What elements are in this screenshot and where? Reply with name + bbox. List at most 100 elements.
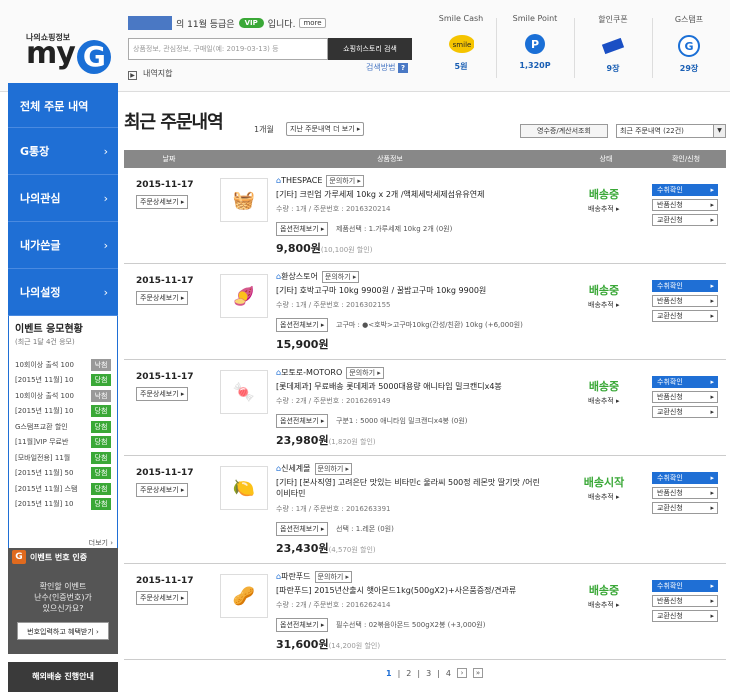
event-row[interactable]: [모바일전용] 11월 당첨 [15,450,111,466]
event-name: 10회이상 출석 100 [15,391,74,400]
overseas-shipping-banner[interactable]: 해외배송 진행안내 [8,662,118,692]
event-row[interactable]: [2015년 11월] 10 당첨 [15,373,111,389]
smile-cash-box[interactable]: Smile Cash smile 5원 [426,14,496,72]
event-row[interactable]: [2015년 11월] 50 당첨 [15,466,111,482]
track-delivery-link[interactable]: 배송추적 ▸ [588,204,620,214]
event-name: [2015년 11월] 스탬 [15,484,78,493]
shop-name[interactable]: ⌂THESPACE 문의하기 ▸ [276,175,364,187]
sidebar-item-g-account[interactable]: G통장 › [8,128,118,175]
next-page-icon[interactable]: › [456,668,467,678]
order-price: 23,980원(1,820원 할인) [276,434,376,447]
product-image[interactable]: 🍋 [220,466,268,510]
event-row[interactable]: [2015년 11월] 스탬 당첨 [15,481,111,497]
order-detail-button[interactable]: 주문상세보기 ▸ [136,483,189,497]
event-result-badge: 당첨 [91,436,111,449]
smile-cash-value: 5원 [454,62,468,71]
verify-title: G 이벤트 번호 인증 [12,550,114,564]
order-row: 2015-11-17 주문상세보기 ▸ 🥜 ⌂파란푸드 문의하기 ▸ [파란푸드] 201… [124,564,726,660]
inquiry-button[interactable]: 문의하기 ▸ [326,175,364,187]
sidebar-item-interests[interactable]: 나의관심 › [8,175,118,222]
product-name[interactable]: [기타] 호박고구마 10kg 9900원 / 꿀밤고구마 10kg 9900원 [276,285,546,296]
option-all-button[interactable]: 옵션전체보기 ▸ [276,222,329,236]
inquiry-button[interactable]: 문의하기 ▸ [346,367,384,379]
coupon-box[interactable]: 할인쿠폰 9장 [578,14,648,74]
receipt-button[interactable]: 영수증/계산서조회 [520,124,608,138]
last-page-icon[interactable]: » [472,668,483,678]
exchange-request-button[interactable]: 교환신청 [652,406,718,418]
history-search-input[interactable]: 상품정보, 관심정보, 구매일(예: 2019-03-13) 등 [128,38,328,60]
option-all-button[interactable]: 옵션전체보기 ▸ [276,414,329,428]
history-link[interactable]: ▶ 내역지합 [128,68,172,80]
exchange-request-button[interactable]: 교환신청 [652,502,718,514]
return-request-button[interactable]: 반품신청 [652,391,718,403]
return-request-button[interactable]: 반품신청 [652,487,718,499]
event-row[interactable]: [2015년 11월] 10 당첨 [15,404,111,420]
search-help-link[interactable]: 검색방법 ? [366,62,408,73]
return-request-button[interactable]: 반품신청 [652,199,718,211]
confirm-receipt-button[interactable]: 수취확인 [652,472,718,484]
shop-name[interactable]: ⌂모토로-MOTORO 문의하기 ▸ [276,367,384,379]
track-delivery-link[interactable]: 배송추적 ▸ [588,396,620,406]
confirm-receipt-button[interactable]: 수취확인 [652,184,718,196]
event-row[interactable]: G스탬프교환 할인 당첨 [15,419,111,435]
event-row[interactable]: [2015년 11월] 10 당첨 [15,497,111,513]
exchange-request-button[interactable]: 교환신청 [652,310,718,322]
order-filter-select[interactable]: 최근 주문내역 (22건) ▼ [616,124,726,138]
confirm-receipt-button[interactable]: 수취확인 [652,376,718,388]
product-name[interactable]: [기타] [본사직영] 고려은단 맛있는 비타민c 울라씨 500정 레몬맛 딸… [276,477,546,499]
sidebar-item-my-posts[interactable]: 내가쓴글 › [8,222,118,269]
exchange-request-button[interactable]: 교환신청 [652,214,718,226]
option-all-button[interactable]: 옵션전체보기 ▸ [276,522,329,536]
inquiry-button[interactable]: 문의하기 ▸ [314,463,353,475]
product-image[interactable]: 🧺 [220,178,268,222]
track-delivery-link[interactable]: 배송추적 ▸ [588,300,620,310]
myg-logo[interactable]: my G [26,36,111,74]
product-image[interactable]: 🍠 [220,274,268,318]
grade-more-button[interactable]: more [299,18,326,28]
page-2[interactable]: 2 [406,669,411,678]
stamp-box[interactable]: G스탬프 G 29장 [654,14,724,74]
shop-name[interactable]: ⌂신세계몰 문의하기 ▸ [276,463,353,475]
history-search-button[interactable]: 쇼핑히스토리 검색 [328,38,412,60]
order-price: 31,600원(14,200원 할인) [276,638,381,651]
option-all-button[interactable]: 옵션전체보기 ▸ [276,618,329,632]
sidebar-item-settings[interactable]: 나의설정 › [8,269,118,316]
product-name[interactable]: [롯데제과] 무료배송 롯데제과 5000대용량 애니타임 밀크캔디x4봉 [276,381,546,392]
event-result-badge: 당첨 [91,451,111,464]
sidebar-item-all-orders[interactable]: 전체 주문 내역 [8,83,118,128]
verify-button[interactable]: 번호입력하고 혜택받기 › [17,622,109,640]
smile-point-box[interactable]: Smile Point P 1,320P [500,14,570,70]
inquiry-button[interactable]: 문의하기 ▸ [321,271,360,283]
shop-name[interactable]: ⌂파란푸드 문의하기 ▸ [276,571,353,583]
event-result-badge: 낙첨 [91,358,111,371]
shop-name[interactable]: ⌂환상스토어 문의하기 ▸ [276,271,360,283]
option-all-button[interactable]: 옵션전체보기 ▸ [276,318,329,332]
order-detail-button[interactable]: 주문상세보기 ▸ [136,387,189,401]
event-row[interactable]: 10회이상 출석 100 낙첨 [15,388,111,404]
product-name[interactable]: [기타] 크린업 가루세제 10kg x 2개 /액체세탁세제섬유유연제 [276,189,546,200]
past-orders-button[interactable]: 지난 주문내역 더 보기 ▸ [286,122,365,136]
event-row[interactable]: [11월]VIP 무료반 당첨 [15,435,111,451]
track-delivery-link[interactable]: 배송추적 ▸ [588,600,620,610]
page-4[interactable]: 4 [446,669,451,678]
product-image[interactable]: 🍬 [220,370,268,414]
order-detail-button[interactable]: 주문상세보기 ▸ [136,591,189,605]
return-request-button[interactable]: 반품신청 [652,295,718,307]
return-request-button[interactable]: 반품신청 [652,595,718,607]
event-name: [2015년 11월] 10 [15,500,74,509]
product-name[interactable]: [파란푸드] 2015년산출시 햇아몬드1kg(500gX2)+사은품증정/견과… [276,585,546,596]
exchange-request-button[interactable]: 교환신청 [652,610,718,622]
order-price: 23,430원(4,570원 할인) [276,542,376,555]
track-delivery-link[interactable]: 배송추적 ▸ [588,492,620,502]
confirm-receipt-button[interactable]: 수취확인 [652,280,718,292]
order-detail-button[interactable]: 주문상세보기 ▸ [136,195,189,209]
order-detail-button[interactable]: 주문상세보기 ▸ [136,291,189,305]
event-row[interactable]: 10회이상 출석 100 낙첨 [15,357,111,373]
product-image[interactable]: 🥜 [220,574,268,618]
col-actions: 확인/신청 [671,155,701,163]
event-more-link[interactable]: 더보기 › [89,538,113,548]
page-3[interactable]: 3 [426,669,431,678]
confirm-receipt-button[interactable]: 수취확인 [652,580,718,592]
inquiry-button[interactable]: 문의하기 ▸ [314,571,353,583]
page-1[interactable]: 1 [386,669,392,678]
